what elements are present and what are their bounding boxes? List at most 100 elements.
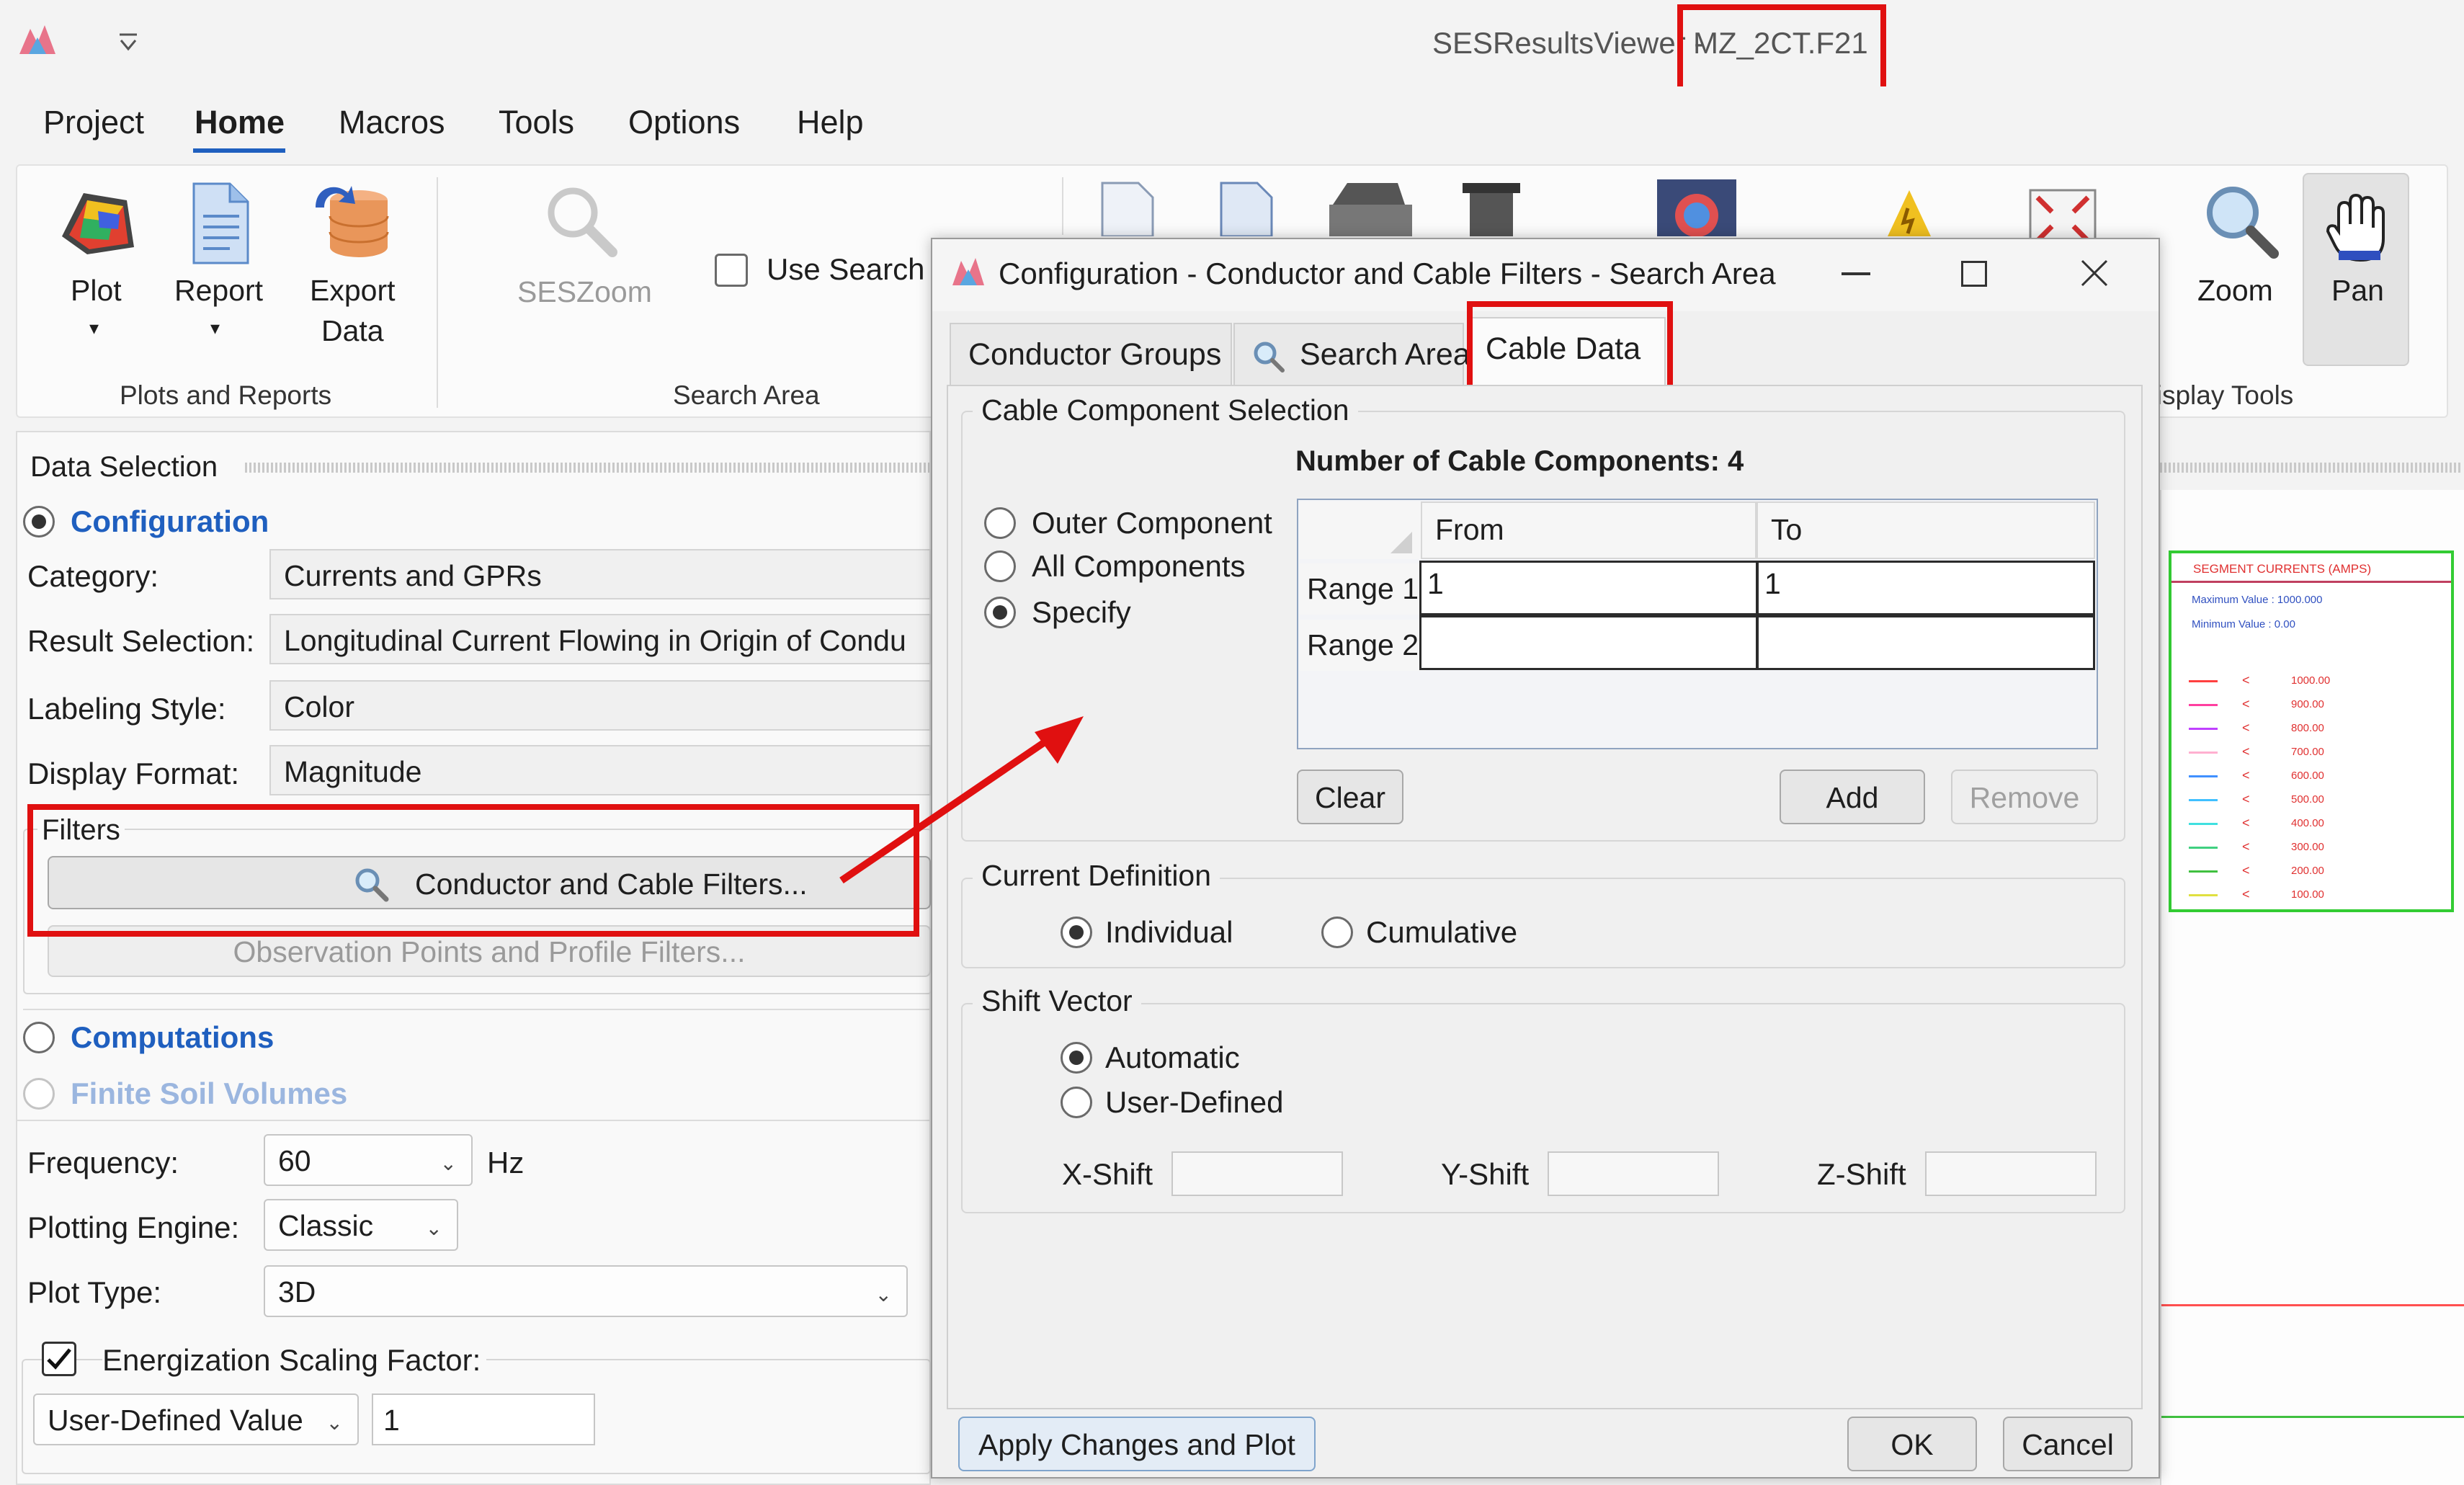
x-shift-input	[1171, 1151, 1343, 1196]
menu-home[interactable]: Home	[195, 104, 285, 141]
ribbon-separator	[437, 177, 438, 408]
chevron-down-icon: ⌄	[425, 1217, 442, 1239]
plot-icon[interactable]	[55, 179, 141, 265]
x-shift-label: X-Shift	[1062, 1157, 1153, 1191]
computations-radio[interactable]	[23, 1022, 55, 1053]
menu-tools[interactable]: Tools	[499, 104, 574, 141]
frequency-select[interactable]: 60 ⌄	[264, 1134, 473, 1186]
export-data-icon[interactable]	[308, 179, 395, 265]
legend-marker-icon: <	[2242, 839, 2250, 854]
range-1-from[interactable]: 1	[1419, 561, 1758, 615]
display-tools-group-label: Display Tools	[2137, 380, 2294, 410]
legend-value: 200.00	[2291, 865, 2324, 877]
zoom-button-label[interactable]: Zoom	[2197, 274, 2273, 308]
configuration-radio[interactable]	[23, 506, 55, 538]
energization-checkbox[interactable]	[42, 1342, 76, 1376]
data-selection-title: Data Selection	[30, 451, 218, 483]
export-button-label-1[interactable]: Export	[310, 274, 396, 308]
menu-help[interactable]: Help	[797, 104, 864, 141]
clear-button[interactable]: Clear	[1297, 770, 1403, 824]
z-shift-label: Z-Shift	[1817, 1157, 1906, 1191]
plot-green-line	[2161, 1416, 2464, 1418]
finite-soil-radio	[23, 1078, 55, 1110]
title-bar	[0, 0, 2464, 86]
range-1-to[interactable]: 1	[1757, 561, 2095, 615]
search-icon	[1251, 339, 1285, 373]
plot-button-label[interactable]: Plot	[71, 274, 122, 308]
report-icon[interactable]	[183, 180, 255, 267]
scaling-mode-select[interactable]: User-Defined Value ⌄	[33, 1393, 359, 1445]
legend-value: 300.00	[2291, 841, 2324, 853]
toolbar-icons-group	[1095, 176, 2104, 238]
labeling-style-label: Labeling Style:	[27, 692, 226, 726]
automatic-radio[interactable]	[1061, 1042, 1092, 1074]
plot-dropdown-icon[interactable]: ▾	[89, 317, 99, 339]
all-components-label: All Components	[1032, 549, 1246, 583]
legend-swatch	[2189, 680, 2218, 682]
header-from: From	[1421, 501, 1757, 559]
automatic-label: Automatic	[1105, 1040, 1240, 1074]
plot-type-label: Plot Type:	[27, 1275, 162, 1309]
seszoom-icon	[540, 180, 620, 259]
user-defined-radio[interactable]	[1061, 1087, 1092, 1118]
maximize-icon[interactable]	[1961, 261, 1987, 287]
plotting-engine-label: Plotting Engine:	[27, 1210, 240, 1244]
close-icon[interactable]	[2078, 257, 2111, 290]
menu-project[interactable]: Project	[43, 104, 144, 141]
cumulative-label: Cumulative	[1366, 915, 1518, 949]
tab-search-area-label: Search Area	[1300, 337, 1470, 372]
ok-button[interactable]: OK	[1847, 1417, 1977, 1471]
specify-label: Specify	[1032, 595, 1131, 629]
plot-type-select[interactable]: 3D ⌄	[264, 1265, 908, 1317]
scaling-value-text: 1	[383, 1404, 400, 1437]
legend-min: Minimum Value : 0.00	[2192, 618, 2295, 630]
cumulative-radio[interactable]	[1321, 917, 1353, 948]
legend-marker-icon: <	[2242, 744, 2250, 759]
window-title: SESResultsViewer -	[1432, 26, 1705, 60]
category-field[interactable]: Currents and GPRs	[269, 549, 931, 599]
report-button-label[interactable]: Report	[174, 274, 263, 308]
range-2-from[interactable]	[1419, 615, 1758, 670]
plot-type-value: 3D	[278, 1275, 316, 1308]
annotation-arrow	[839, 716, 1084, 884]
y-shift-input	[1548, 1151, 1719, 1196]
outer-component-radio[interactable]	[984, 507, 1016, 539]
zoom-icon[interactable]	[2200, 180, 2280, 259]
apply-changes-button[interactable]: Apply Changes and Plot	[958, 1417, 1316, 1471]
cancel-button[interactable]: Cancel	[2003, 1417, 2133, 1471]
cable-data-tab-highlight	[1467, 301, 1673, 393]
use-search-checkbox[interactable]	[715, 254, 748, 287]
legend-marker-icon: <	[2242, 697, 2250, 711]
report-dropdown-icon[interactable]: ▾	[210, 317, 220, 339]
pan-hand-icon[interactable]	[2324, 192, 2389, 264]
header-to: To	[1757, 501, 2095, 559]
quick-access-dropdown-icon[interactable]	[114, 29, 143, 58]
menu-options[interactable]: Options	[628, 104, 740, 141]
tab-search-area[interactable]: Search Area	[1233, 323, 1470, 386]
legend-marker-icon: <	[2242, 721, 2250, 735]
all-components-radio[interactable]	[984, 550, 1016, 582]
minimize-icon[interactable]	[1842, 272, 1870, 275]
range-2-to[interactable]	[1757, 615, 2095, 670]
menu-macros[interactable]: Macros	[339, 104, 445, 141]
specify-radio[interactable]	[984, 597, 1016, 628]
tab-conductor-groups[interactable]: Conductor Groups	[950, 323, 1232, 386]
individual-label: Individual	[1105, 915, 1233, 949]
result-selection-field[interactable]: Longitudinal Current Flowing in Origin o…	[269, 614, 931, 664]
legend-value: 500.00	[2291, 793, 2324, 806]
plotting-engine-select[interactable]: Classic ⌄	[264, 1199, 458, 1251]
legend-swatch	[2189, 752, 2218, 754]
individual-radio[interactable]	[1061, 917, 1092, 948]
legend-value: 400.00	[2291, 817, 2324, 829]
scaling-value-input[interactable]: 1	[372, 1393, 595, 1445]
y-shift-label: Y-Shift	[1441, 1157, 1530, 1191]
export-button-label-2[interactable]: Data	[321, 314, 384, 348]
cable-selection-title: Cable Component Selection	[973, 393, 1358, 427]
add-button[interactable]: Add	[1780, 770, 1925, 824]
seszoom-label: SESZoom	[517, 275, 652, 308]
pan-button-label[interactable]: Pan	[2331, 274, 2384, 308]
legend-value: 1000.00	[2291, 674, 2331, 687]
configuration-label: Configuration	[71, 504, 269, 538]
legend-value: 100.00	[2291, 888, 2324, 901]
legend-marker-icon: <	[2242, 816, 2250, 830]
